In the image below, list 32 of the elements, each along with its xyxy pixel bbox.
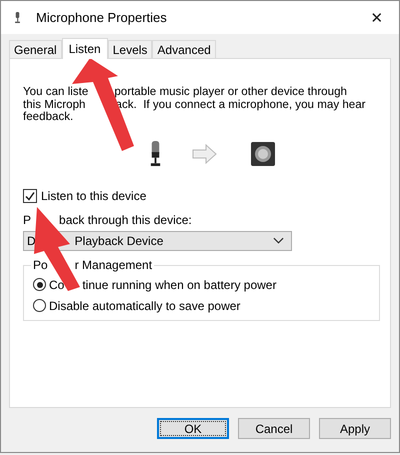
tab[interactable]: Levels bbox=[108, 40, 152, 58]
field-label: P bbox=[23, 212, 32, 226]
checkbox-label: Listen to this device bbox=[41, 188, 146, 202]
radio-label: Disable automatically to save power bbox=[49, 298, 240, 312]
window-title: Microphone Properties bbox=[36, 10, 168, 25]
microphone-icon bbox=[149, 140, 162, 167]
radio-button[interactable] bbox=[33, 299, 46, 312]
field-label: back through this device: bbox=[59, 212, 192, 226]
dropdown-value: Playback Device bbox=[74, 234, 164, 248]
close-button[interactable]: ✕ bbox=[355, 1, 399, 34]
dialog-button[interactable]: Cancel bbox=[238, 418, 310, 439]
tab[interactable]: General bbox=[9, 40, 62, 58]
dropdown-value: D bbox=[27, 234, 36, 248]
speaker-icon bbox=[250, 140, 276, 166]
caret-icon bbox=[273, 237, 284, 244]
checkbox[interactable] bbox=[23, 188, 37, 202]
description-text: this Microph bbox=[23, 98, 86, 111]
description-text: feedback. bbox=[23, 111, 74, 124]
dialog-button[interactable]: Apply bbox=[319, 418, 391, 439]
dialog-button[interactable]: OK bbox=[157, 418, 229, 439]
playback-dropdown[interactable]: D Playback Device bbox=[23, 230, 292, 250]
radio-button[interactable] bbox=[33, 278, 46, 291]
microphone-icon bbox=[13, 10, 22, 25]
group-title: Po bbox=[33, 258, 48, 272]
arrow-icon bbox=[192, 144, 217, 164]
group-title: r Management bbox=[74, 258, 152, 272]
radio-label: tinue running when on battery power bbox=[82, 278, 276, 292]
tab[interactable]: Advanced bbox=[152, 40, 216, 58]
radio-label: Co bbox=[49, 278, 64, 292]
description-text: You can liste bbox=[23, 86, 88, 98]
tab[interactable]: Listen bbox=[62, 38, 108, 59]
description-text: portable music player or other device through bbox=[114, 86, 347, 98]
